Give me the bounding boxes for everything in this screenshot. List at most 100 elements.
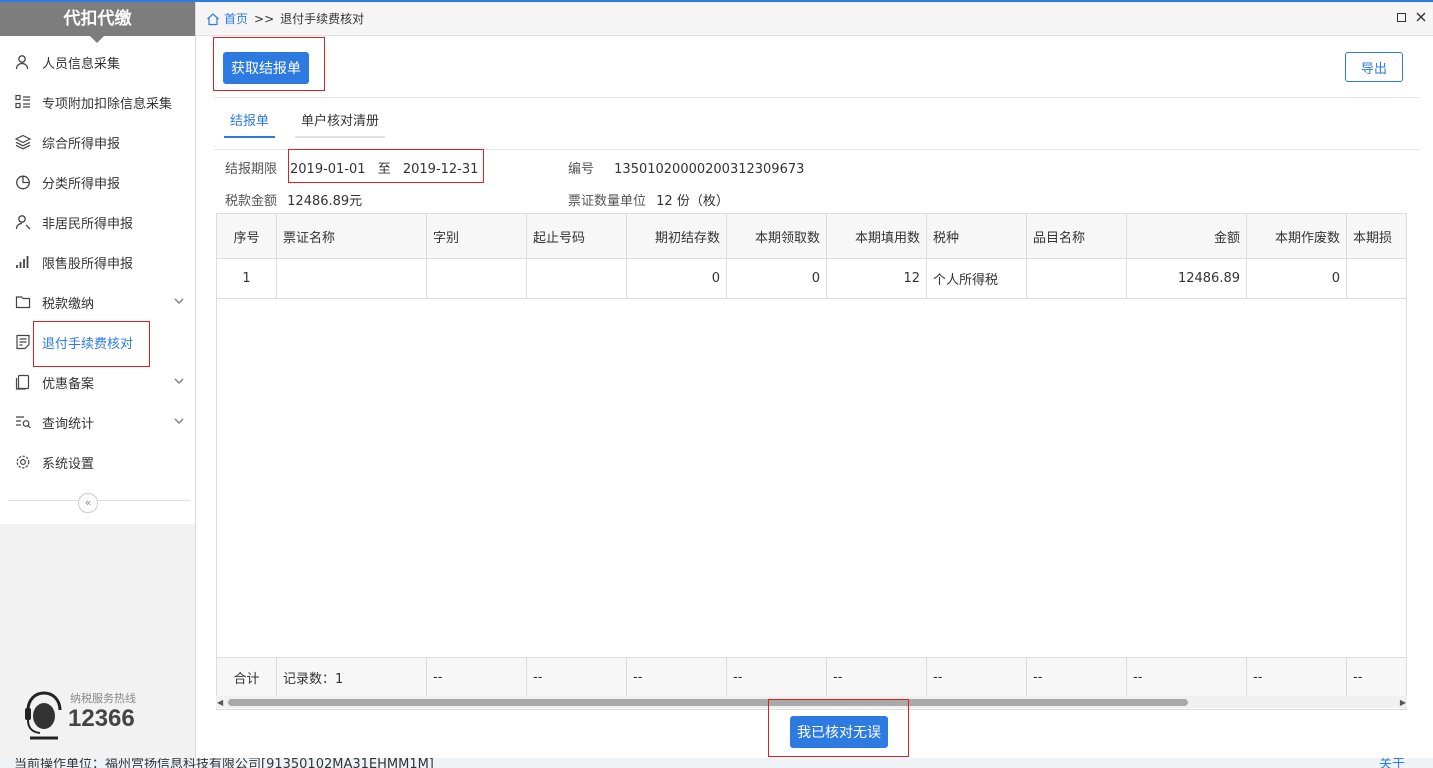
chevron-down-icon: [174, 378, 184, 384]
sidebar-item-deduction[interactable]: 专项附加扣除信息采集: [0, 82, 195, 122]
headset-icon: [25, 691, 62, 740]
table-cell: 12486.89: [1127, 259, 1247, 298]
sidebar-item-label: 查询统计: [42, 416, 95, 432]
table-cell: 0: [727, 259, 827, 298]
sidebar-item-label: 优惠备案: [42, 376, 95, 392]
bar-chart-icon: [14, 253, 32, 271]
header-cell: 税种: [927, 214, 1027, 258]
close-icon[interactable]: [1415, 11, 1427, 25]
hotline-label: 纳税服务热线: [70, 692, 136, 705]
highlight-box-sidebar: [33, 321, 150, 367]
header-cell: 起止号码: [527, 214, 627, 258]
sidebar-item-nonresident[interactable]: 非居民所得申报: [0, 202, 195, 242]
sidebar-item-settings[interactable]: 系统设置: [0, 442, 195, 482]
tab-household-checklist[interactable]: 单户核对清册: [295, 112, 386, 138]
hotline-block: 纳税服务热线 12366: [22, 686, 182, 746]
table-cell: [1347, 259, 1406, 298]
breadcrumb-current: 退付手续费核对: [280, 12, 365, 26]
confirm-checked-button[interactable]: 我已核对无误: [790, 716, 888, 748]
table-cell: 1: [217, 259, 277, 298]
footer-cell: --: [1247, 658, 1347, 697]
layers-icon: [14, 133, 32, 151]
hotline-number: 12366: [68, 705, 135, 732]
status-text: 当前操作单位：福州宫扬信息科技有限公司[91350102MA31EHMM1M]: [14, 758, 434, 768]
table-header-row: 序号 票证名称 字别 起止号码 期初结存数 本期领取数 本期填用数 税种 品目名…: [217, 214, 1406, 259]
footer-cell: 合计: [217, 658, 277, 697]
footer-cell: --: [1347, 658, 1406, 697]
fetch-statement-button[interactable]: 获取结报单: [223, 52, 309, 84]
person-outline-icon: [14, 213, 32, 231]
table-cell: 12: [827, 259, 927, 298]
list-icon: [14, 93, 32, 111]
main-content: 获取结报单 导出 结报单 单户核对清册 结报期限 2019-01-01 至 20…: [196, 36, 1433, 758]
header-cell: 品目名称: [1027, 214, 1127, 258]
header-cell: 金额: [1127, 214, 1247, 258]
document-icon: [14, 333, 32, 351]
header-cell: 票证名称: [277, 214, 427, 258]
window-controls: [1395, 11, 1427, 25]
table-cell: 0: [627, 259, 727, 298]
sidebar-item-personnel[interactable]: 人员信息采集: [0, 42, 195, 82]
divider: [214, 97, 1419, 98]
table-cell: [527, 259, 627, 298]
app-logo: 代扣代缴: [0, 2, 195, 43]
amount-label: 税款金额: [225, 194, 278, 209]
header-cell: 本期损: [1347, 214, 1406, 258]
sidebar-bottom-panel: 纳税服务热线 12366: [0, 524, 195, 758]
scroll-left-icon[interactable]: ◀: [217, 698, 223, 707]
unit-label: 票证数量单位: [568, 194, 647, 209]
unit-value: 12 份（枚）: [656, 194, 729, 209]
table-cell: [1027, 259, 1127, 298]
status-bar: 当前操作单位：福州宫扬信息科技有限公司[91350102MA31EHMM1M] …: [0, 758, 1433, 768]
sidebar-collapse-button[interactable]: «: [78, 493, 98, 513]
footer-cell: --: [727, 658, 827, 697]
table-cell: [277, 259, 427, 298]
number-value: 13501020000200312309673: [614, 162, 805, 177]
about-link[interactable]: 关于: [1379, 758, 1405, 768]
table-cell: 个人所得税: [927, 259, 1027, 298]
footer-cell: --: [1027, 658, 1127, 697]
chevron-down-icon: [174, 298, 184, 304]
sidebar-item-restricted-stock[interactable]: 限售股所得申报: [0, 242, 195, 282]
sidebar-item-comprehensive[interactable]: 综合所得申报: [0, 122, 195, 162]
header-cell: 期初结存数: [627, 214, 727, 258]
sidebar-item-preferential[interactable]: 优惠备案: [0, 362, 195, 402]
sidebar-item-tax-payment[interactable]: 税款缴纳: [0, 282, 195, 322]
table-cell: [427, 259, 527, 298]
sidebar-item-label: 非居民所得申报: [42, 216, 134, 232]
chevron-down-icon: [174, 418, 184, 424]
amount-value: 12486.89元: [287, 194, 363, 209]
sidebar-item-label: 系统设置: [42, 456, 95, 472]
sidebar-item-classified[interactable]: 分类所得申报: [0, 162, 195, 202]
sidebar-item-label: 人员信息采集: [42, 56, 121, 72]
sidebar-item-label: 专项附加扣除信息采集: [42, 96, 173, 112]
footer-cell: --: [827, 658, 927, 697]
sidebar-item-label: 税款缴纳: [42, 296, 95, 312]
breadcrumb-home-link[interactable]: 首页: [224, 10, 248, 27]
copy-icon: [14, 373, 32, 391]
header-cell: 字别: [427, 214, 527, 258]
tab-statement[interactable]: 结报单: [224, 112, 276, 138]
period-label: 结报期限: [225, 162, 278, 177]
tab-bar: 结报单 单户核对清册: [224, 112, 405, 138]
footer-cell: 记录数：1: [277, 658, 427, 697]
sidebar-item-query[interactable]: 查询统计: [0, 402, 195, 442]
footer-cell: --: [927, 658, 1027, 697]
unit-row: 票证数量单位 12 份（枚）: [568, 190, 729, 209]
period-row: 结报期限: [225, 158, 277, 177]
footer-cell: --: [1127, 658, 1247, 697]
sidebar-divider: [8, 500, 190, 501]
breadcrumb-separator: >>: [254, 11, 275, 26]
header-cell: 序号: [217, 214, 277, 258]
maximize-icon[interactable]: [1395, 11, 1407, 25]
sidebar: 代扣代缴 人员信息采集 专项附加扣除信息采集 综合所得申报 分类所得申报 非居民…: [0, 2, 196, 758]
number-label: 编号: [568, 162, 595, 177]
statement-table: 序号 票证名称 字别 起止号码 期初结存数 本期领取数 本期填用数 税种 品目名…: [216, 213, 1407, 710]
sidebar-item-label: 综合所得申报: [42, 136, 121, 152]
header-cell: 本期填用数: [827, 214, 927, 258]
scroll-right-icon[interactable]: ▶: [1400, 698, 1406, 707]
table-row[interactable]: 1 0 0 12 个人所得税 12486.89 0: [217, 259, 1406, 299]
scroll-thumb[interactable]: [228, 699, 1188, 706]
export-button[interactable]: 导出: [1345, 52, 1403, 82]
gear-icon: [14, 453, 32, 471]
